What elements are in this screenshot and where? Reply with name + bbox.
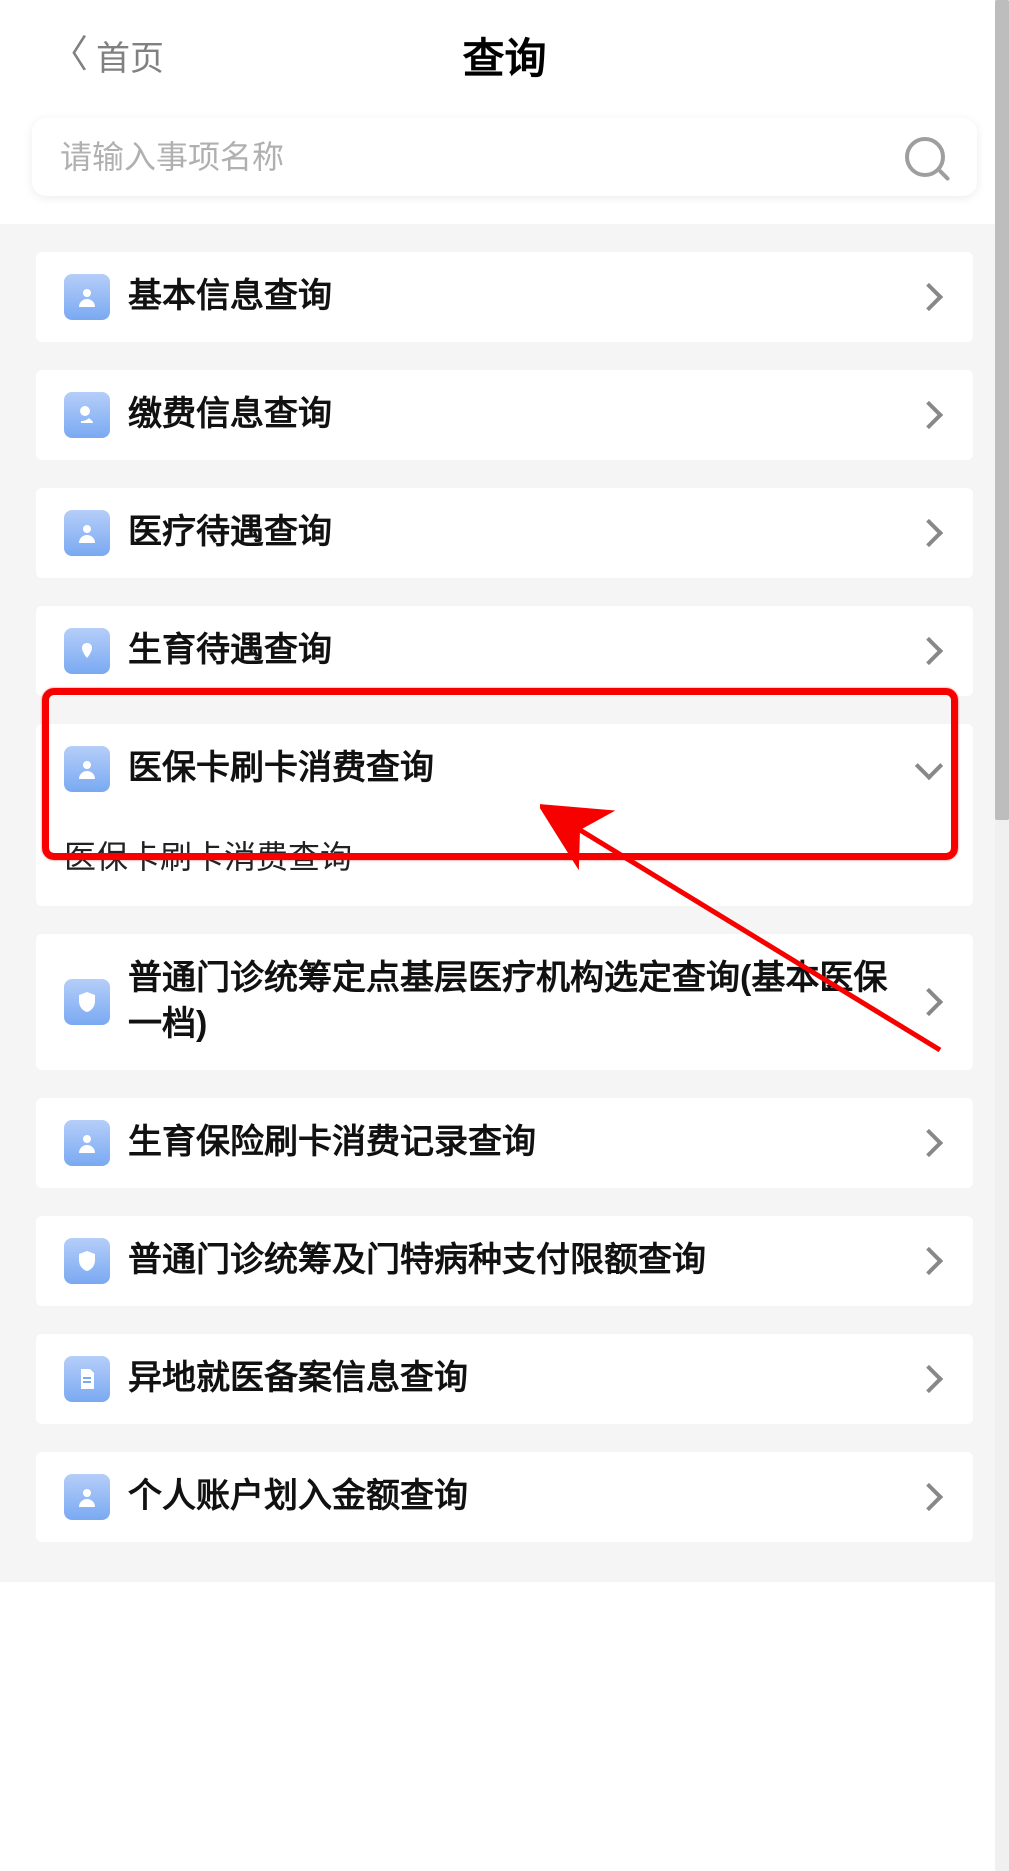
hands-icon [64,628,110,674]
item-row[interactable]: 医疗待遇查询 [36,488,973,578]
chevron-right-icon [915,519,943,547]
list-item-basic-info: 基本信息查询 [36,252,973,342]
list-item-outpatient-designated: 普通门诊统筹定点基层医疗机构选定查询(基本医保一档) [36,934,973,1070]
list-item-remote-filing: 异地就医备案信息查询 [36,1334,973,1424]
chevron-right-icon [915,283,943,311]
chevron-left-icon: 〈 [50,36,88,74]
back-label: 首页 [96,31,164,80]
doc-icon [64,1356,110,1402]
list-item-card-consumption: 医保卡刷卡消费查询 医保卡刷卡消费查询 [36,724,973,906]
list-item-account-credit: 个人账户划入金额查询 [36,1452,973,1542]
chevron-right-icon [915,1247,943,1275]
item-label: 基本信息查询 [128,274,919,320]
item-row[interactable]: 普通门诊统筹定点基层医疗机构选定查询(基本医保一档) [36,934,973,1070]
item-row[interactable]: 医保卡刷卡消费查询 [36,724,973,814]
search-input[interactable] [60,139,905,176]
item-row[interactable]: 个人账户划入金额查询 [36,1452,973,1542]
item-label: 生育待遇查询 [128,628,919,674]
query-list: 基本信息查询 缴费信息查询 医疗待遇查询 [36,224,973,1542]
chevron-right-icon [915,637,943,665]
list-item-maternity-benefit: 生育待遇查询 [36,606,973,696]
chevron-down-icon [915,752,943,780]
search-section [0,110,1009,224]
item-label: 医保卡刷卡消费查询 [128,746,919,792]
item-label: 个人账户划入金额查询 [128,1474,919,1520]
header: 〈 首页 查询 [0,0,1009,110]
scrollbar-thumb[interactable] [995,0,1009,820]
list-item-outpatient-limit: 普通门诊统筹及门特病种支付限额查询 [36,1216,973,1306]
item-label: 普通门诊统筹定点基层医疗机构选定查询(基本医保一档) [128,956,919,1048]
person-icon [64,510,110,556]
shield-icon [64,1238,110,1284]
chevron-right-icon [915,1365,943,1393]
search-icon[interactable] [905,137,945,177]
item-row[interactable]: 基本信息查询 [36,252,973,342]
shield-icon [64,979,110,1025]
search-bar[interactable] [32,118,977,196]
item-label: 异地就医备案信息查询 [128,1356,919,1402]
item-row[interactable]: 缴费信息查询 [36,370,973,460]
content: 基本信息查询 缴费信息查询 医疗待遇查询 [0,224,1009,1582]
person-icon [64,1120,110,1166]
chevron-right-icon [915,988,943,1016]
person-icon [64,746,110,792]
chevron-right-icon [915,1129,943,1157]
person-icon [64,274,110,320]
item-label: 医疗待遇查询 [128,510,919,556]
list-item-medical-benefit: 医疗待遇查询 [36,488,973,578]
item-label: 生育保险刷卡消费记录查询 [128,1120,919,1166]
page: 〈 首页 查询 基本信息查询 缴费信息查询 [0,0,1009,1871]
page-title: 查询 [462,25,546,86]
chevron-right-icon [915,401,943,429]
person-icon [64,1474,110,1520]
item-label: 普通门诊统筹及门特病种支付限额查询 [128,1238,919,1284]
payment-icon [64,392,110,438]
item-row[interactable]: 异地就医备案信息查询 [36,1334,973,1424]
item-row[interactable]: 普通门诊统筹及门特病种支付限额查询 [36,1216,973,1306]
list-item-maternity-consumption: 生育保险刷卡消费记录查询 [36,1098,973,1188]
chevron-right-icon [915,1483,943,1511]
back-button[interactable]: 〈 首页 [50,31,164,80]
item-row[interactable]: 生育保险刷卡消费记录查询 [36,1098,973,1188]
item-row[interactable]: 生育待遇查询 [36,606,973,696]
sub-item-card-consumption[interactable]: 医保卡刷卡消费查询 [36,814,973,906]
list-item-payment-info: 缴费信息查询 [36,370,973,460]
item-label: 缴费信息查询 [128,392,919,438]
